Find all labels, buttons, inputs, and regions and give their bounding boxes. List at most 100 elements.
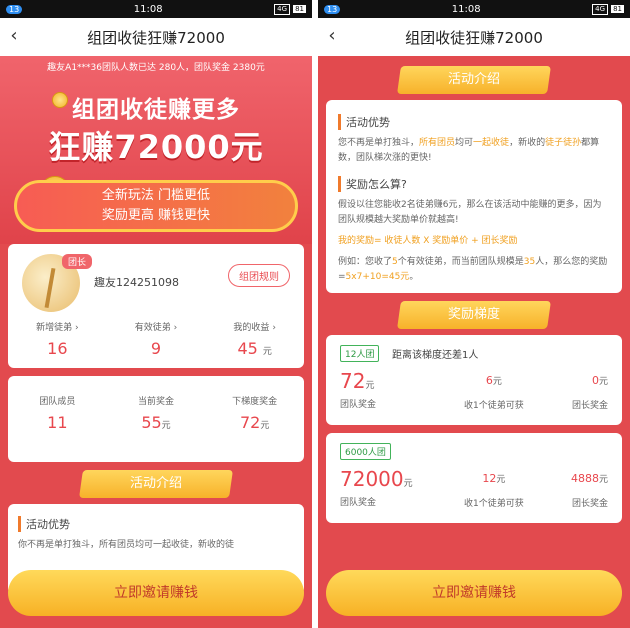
- stat-value: 11: [47, 413, 68, 432]
- tier-per-apprentice: 12元 收1个徒弟可获: [464, 467, 524, 509]
- nav-bar: ‹ 组团收徒狂赚72000: [318, 18, 630, 56]
- tier-card: 12人团 距离该梯度还差1人 72元 团队奖金 6元 收1个徒弟可获 0元 团长…: [326, 335, 622, 425]
- tier-note: 距离该梯度还差1人: [392, 350, 479, 361]
- tier-tag: 6000人团: [340, 443, 391, 460]
- page-title: 组团收徒狂赚72000: [405, 28, 543, 47]
- back-arrow-icon[interactable]: ‹: [4, 26, 24, 46]
- activity-intro-ribbon: 活动介绍: [397, 66, 551, 94]
- signal-icon: 4G: [274, 3, 291, 15]
- status-bar: 13 11:08 4G 81: [318, 0, 630, 18]
- stat-unit: 元: [260, 421, 270, 431]
- tier-unit: 元: [598, 377, 608, 387]
- tier-label: 团队奖金: [340, 498, 377, 508]
- hero-headline: 组团收徒赚更多: [72, 97, 240, 123]
- activity-intro-card: 活动优势 您不再是单打独斗，所有团员均可一起收徒，新收的徒子徒孙都算数，团队梯次…: [326, 100, 622, 293]
- signal-icon: 4G: [592, 3, 609, 15]
- chevron-right-icon: ›: [272, 323, 276, 333]
- status-icons: 4G 81: [592, 3, 624, 15]
- tier-label: 团长奖金: [571, 401, 608, 411]
- stat-value: 16: [47, 339, 68, 358]
- username: 趣友124251098: [94, 276, 179, 289]
- notification-badge: 13: [6, 4, 23, 14]
- tier-value: 4888: [570, 472, 599, 485]
- stat-value: 72: [239, 413, 261, 432]
- tier-unit: 元: [496, 475, 506, 485]
- team-rules-button[interactable]: 组团规则: [228, 264, 290, 287]
- ribbon-label: 活动介绍: [129, 476, 182, 491]
- tier-value: 72: [340, 369, 366, 393]
- tier-value: 6: [485, 374, 493, 387]
- chevron-right-icon: ›: [173, 323, 178, 333]
- tier-label: 团队奖金: [340, 400, 377, 410]
- left-screen: 13 11:08 4G 81 ‹ 组团收徒狂赚72000 趣友A1***36团队…: [0, 0, 312, 628]
- stat-label: 当前奖金: [138, 397, 175, 407]
- ribbon-label: 奖励梯度: [447, 307, 500, 322]
- invite-earn-button[interactable]: 立即邀请赚钱: [8, 570, 304, 616]
- stat-value: 45: [237, 339, 258, 358]
- tier-leader-bonus: 4888元 团长奖金: [571, 467, 608, 509]
- status-time: 11:08: [451, 3, 481, 15]
- hero-amount: 狂赚72000元: [48, 128, 264, 166]
- activity-intro-ribbon: 活动介绍: [79, 470, 233, 498]
- stat-unit: 元: [161, 421, 171, 431]
- coin-icon: [52, 92, 68, 108]
- tier-unit: 元: [598, 475, 608, 485]
- leader-badge: 团长: [62, 254, 93, 269]
- stat-value: 9: [150, 339, 162, 358]
- stat-label: 下梯度奖金: [232, 397, 278, 407]
- right-screen: 13 11:08 4G 81 ‹ 组团收徒狂赚72000 活动介绍 活动优势 您…: [318, 0, 630, 628]
- tier-tag: 12人团: [340, 345, 380, 362]
- invite-earn-button[interactable]: 立即邀请赚钱: [326, 570, 622, 616]
- battery-icon: 81: [293, 5, 306, 13]
- tier-label: 收1个徒弟可获: [464, 401, 524, 411]
- stat-label: 新增徒弟: [36, 323, 73, 333]
- stat-value: 55: [141, 413, 162, 432]
- section-heading: 活动优势: [338, 114, 610, 130]
- tier-team-bonus: 72元 团队奖金: [340, 369, 376, 410]
- status-bar: 13 11:08 4G 81: [0, 0, 312, 18]
- page-title: 组团收徒狂赚72000: [87, 28, 225, 47]
- reward-example: 例如：您收了5个有效徒弟，而当前团队规模是35人，那么您的奖励=5x7+10=4…: [338, 257, 608, 282]
- back-arrow-icon[interactable]: ‹: [322, 26, 342, 46]
- tier-per-apprentice: 6元 收1个徒弟可获: [464, 369, 524, 411]
- tier-team-bonus: 72000元 团队奖金: [340, 467, 413, 508]
- reward-tiers-ribbon: 奖励梯度: [397, 301, 551, 329]
- stat-label: 有效徒弟: [134, 323, 171, 333]
- profile-card: 团长 趣友124251098 组团规则 新增徒弟 › 16 有效徒弟 › 9 我…: [8, 244, 304, 368]
- hero-slogan-panel: 全新玩法 门槛更低 奖励更高 赚钱更快: [14, 180, 298, 232]
- reward-paragraph: 假设以往您能收2名徒弟赚6元，那么在该活动中能赚的更多，因为团队规模越大奖励单价…: [338, 200, 602, 225]
- team-card: 团队成员 11 当前奖金 55元 下梯度奖金 72元: [8, 376, 304, 462]
- stat-next-tier-bonus: 下梯度奖金 72元: [205, 394, 304, 432]
- partial-paragraph: 你不再是单打独斗，所有团员均可一起收徒，新收的徒: [18, 540, 235, 550]
- tier-value: 12: [482, 472, 497, 485]
- tier-unit: 元: [403, 479, 413, 489]
- section-heading: 活动优势: [18, 516, 294, 532]
- stat-label: 我的收益: [233, 323, 270, 333]
- nav-bar: ‹ 组团收徒狂赚72000: [0, 18, 312, 56]
- chevron-right-icon: ›: [74, 323, 79, 333]
- stat-current-bonus: 当前奖金 55元: [107, 394, 206, 432]
- tier-leader-bonus: 0元 团长奖金: [572, 369, 608, 411]
- ribbon-label: 活动介绍: [447, 72, 500, 87]
- status-time: 11:08: [133, 3, 163, 15]
- tier-value: 0: [591, 374, 599, 387]
- stat-new-apprentices[interactable]: 新增徒弟 › 16: [8, 320, 107, 358]
- tier-label: 收1个徒弟可获: [464, 499, 524, 509]
- hero-slogan-2: 奖励更高 赚钱更快: [101, 208, 211, 223]
- reward-formula: 我的奖励= 收徒人数 X 奖励单价 + 团长奖励: [338, 236, 518, 246]
- tier-unit: 元: [492, 377, 502, 387]
- tier-unit: 元: [365, 381, 375, 391]
- stat-unit: 元: [262, 347, 272, 357]
- tier-value: 72000: [340, 467, 404, 491]
- advantage-paragraph: 您不再是单打独斗，所有团员均可一起收徒，新收的徒子徒孙都算数，团队梯次涨的更快!: [338, 138, 600, 163]
- stat-valid-apprentices[interactable]: 有效徒弟 › 9: [107, 320, 206, 358]
- battery-icon: 81: [611, 5, 624, 13]
- team-notice: 趣友A1***36团队人数已达 280人，团队奖金 2380元: [47, 63, 265, 73]
- tier-label: 团长奖金: [571, 499, 608, 509]
- stat-my-earnings[interactable]: 我的收益 › 45 元: [205, 320, 304, 358]
- stat-team-members: 团队成员 11: [8, 394, 107, 432]
- section-heading: 奖励怎么算?: [338, 176, 610, 192]
- tier-card: 6000人团 72000元 团队奖金 12元 收1个徒弟可获 4888元 团长奖…: [326, 433, 622, 523]
- hero-slogan-1: 全新玩法 门槛更低: [101, 188, 211, 203]
- stat-label: 团队成员: [39, 397, 76, 407]
